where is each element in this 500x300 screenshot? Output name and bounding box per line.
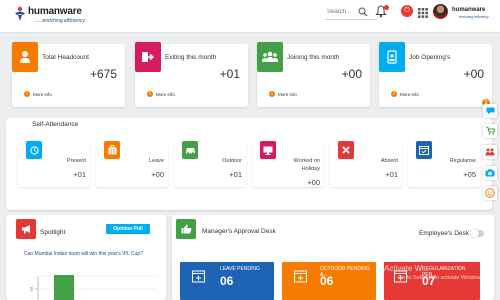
- people-icon[interactable]: [483, 145, 497, 159]
- calendar-plus-icon: [294, 270, 307, 283]
- group-icon: [257, 42, 283, 72]
- calendar-check-icon: [416, 141, 432, 159]
- windows-watermark-title: Activate W...: [384, 264, 429, 273]
- attendance-label: Present: [67, 158, 86, 164]
- exit-icon: [135, 42, 161, 72]
- attendance-card-regularise[interactable]: Regularise +05: [408, 141, 480, 187]
- stat-title: Exiting this month: [165, 54, 217, 61]
- search-input[interactable]: [325, 5, 377, 20]
- employee-desk-label: Employee's Desk: [419, 230, 470, 237]
- attendance-card-worked-on-holiday[interactable]: Worked on Holiday +00: [252, 141, 324, 187]
- attendance-label: Leave: [149, 158, 164, 164]
- stat-card-exiting[interactable]: Exiting this month +01 i More info: [135, 42, 248, 107]
- more-info-link[interactable]: i More info: [391, 91, 419, 97]
- attendance-label: Outdoor: [222, 158, 242, 164]
- user-avatar[interactable]: [433, 4, 448, 19]
- more-info-link[interactable]: i More info: [24, 91, 52, 97]
- monitor-icon: [260, 141, 276, 159]
- company-logo: humanware: [452, 7, 486, 13]
- tile-value: 06: [220, 274, 234, 288]
- stat-card-joining[interactable]: Joining this month +00 i More info: [257, 42, 370, 107]
- thumbs-up-icon: [176, 219, 196, 239]
- power-icon[interactable]: ⏻: [401, 5, 413, 17]
- megaphone-icon: [16, 219, 36, 239]
- poll-question: Can Mumbai Indian team will win this yea…: [24, 251, 143, 257]
- smiley-icon[interactable]: [483, 186, 497, 200]
- company-tagline: enriching efficiency: [459, 15, 489, 19]
- chat-icon[interactable]: [483, 104, 497, 118]
- more-info-link[interactable]: i More info: [269, 91, 297, 97]
- attendance-label: Worked on Holiday: [293, 158, 321, 172]
- badge-icon: [379, 42, 405, 72]
- search-icon[interactable]: [358, 7, 368, 17]
- attendance-value: +01: [73, 170, 86, 179]
- opinion-poll-button[interactable]: Opinion Poll: [106, 224, 150, 234]
- tile-value: 06: [320, 274, 334, 288]
- more-info-link[interactable]: i More info: [147, 91, 175, 97]
- poll-chart: 3: [30, 275, 157, 300]
- clock-icon: [26, 141, 42, 159]
- attendance-label: Absent: [380, 158, 398, 164]
- car-icon: [182, 141, 198, 159]
- attendance-value: +01: [385, 170, 398, 179]
- attendance-value: +01: [229, 170, 242, 179]
- cart-icon[interactable]: [483, 124, 497, 138]
- manager-approval-title: Manager's Approval Desk: [202, 228, 276, 235]
- chart-tick-3: 3: [30, 287, 33, 293]
- notification-badge: [384, 5, 389, 10]
- brand-name: humanware: [28, 6, 82, 17]
- info-icon: i: [147, 91, 153, 97]
- leave-pending-tile[interactable]: LEAVE PENDING 06: [180, 262, 274, 300]
- tile-label: LEAVE PENDING: [220, 266, 260, 272]
- stat-card-job-openings[interactable]: Job Opening's +00 i More info: [379, 42, 492, 107]
- self-attendance-title: Self-Attendance: [32, 121, 79, 128]
- attendance-card-leave[interactable]: Leave +00: [96, 141, 168, 187]
- person-icon: [12, 42, 38, 72]
- spotlight-title: Spotlight: [40, 229, 66, 236]
- stat-value: +01: [219, 67, 240, 81]
- x-icon: [338, 141, 354, 159]
- brand-tagline: ......enriching efficiency: [34, 18, 85, 24]
- attendance-label: Regularise: [449, 158, 476, 164]
- info-icon: i: [269, 91, 275, 97]
- stat-value: +00: [463, 67, 484, 81]
- info-icon: i: [391, 91, 397, 97]
- attendance-card-outdoor[interactable]: Outdoor +01: [174, 141, 246, 187]
- windows-watermark-subtitle: Go to Settings to activate Windows.: [398, 275, 485, 281]
- attendance-card-present[interactable]: Present +01: [18, 141, 90, 187]
- calendar-plus-icon: [192, 270, 205, 283]
- toggle-knob[interactable]: [470, 229, 479, 238]
- attendance-value: +05: [463, 170, 476, 179]
- info-icon: i: [24, 91, 30, 97]
- stat-title: Total Headcount: [42, 54, 89, 61]
- stat-value: +675: [89, 67, 117, 81]
- stat-title: Joining this month: [287, 54, 340, 61]
- attendance-value: +00: [151, 170, 164, 179]
- attendance-card-absent[interactable]: Absent +01: [330, 141, 402, 187]
- poll-bar: [54, 275, 74, 300]
- stat-title: Job Opening's: [409, 54, 451, 61]
- camera-icon[interactable]: [483, 166, 497, 180]
- outdoor-pending-tile[interactable]: OUTDOOR PENDING A... 06: [282, 262, 376, 300]
- attendance-value: +00: [307, 178, 320, 187]
- stat-value: +00: [341, 67, 362, 81]
- stat-card-total-headcount[interactable]: Total Headcount +675 i More info: [12, 42, 125, 107]
- humanware-logo-icon: [15, 6, 25, 21]
- luggage-icon: [104, 141, 120, 159]
- apps-grid-icon[interactable]: [418, 8, 428, 18]
